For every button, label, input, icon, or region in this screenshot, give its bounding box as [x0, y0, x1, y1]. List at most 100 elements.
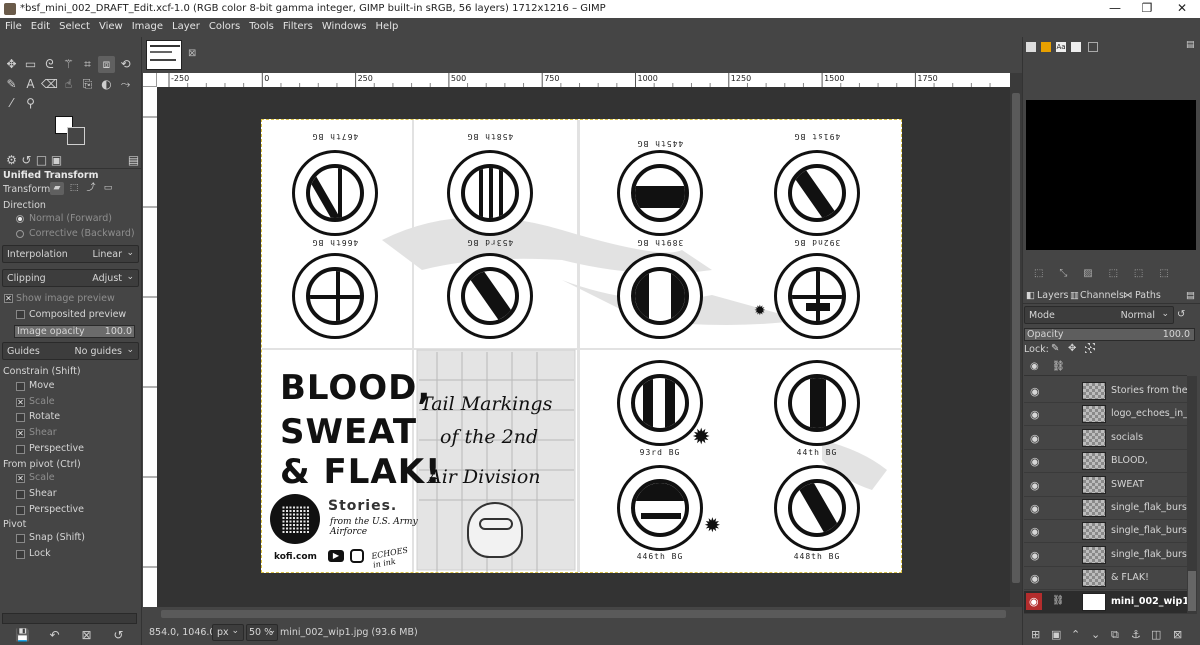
close-button[interactable]: ✕	[1166, 0, 1198, 18]
zoom-select[interactable]: 50 % ⌄	[246, 624, 278, 641]
delete-layer-icon[interactable]: ⊠	[1173, 628, 1182, 641]
lock-pixels-icon[interactable]: ✎	[1051, 343, 1059, 354]
constrain-perspective-checkbox[interactable]	[16, 445, 25, 454]
minimize-button[interactable]: —	[1099, 0, 1131, 18]
layer-mode-combo[interactable]: Mode Normal ⌄	[1024, 306, 1174, 324]
constrain-rotate-checkbox[interactable]	[16, 413, 25, 422]
vertical-scroll-thumb[interactable]	[1012, 93, 1020, 583]
menu-tools[interactable]: Tools	[244, 18, 278, 32]
fuzzy-select-tool-icon[interactable]: ⚚	[60, 56, 77, 73]
clipping-combo[interactable]: Clipping Adjust ⌄	[2, 269, 139, 287]
unified-transform-tool-icon[interactable]: ⧈	[98, 56, 115, 73]
menu-file[interactable]: File	[0, 18, 26, 32]
brush-tab-icon[interactable]	[1026, 42, 1036, 52]
direction-corrective-radio[interactable]	[16, 230, 24, 238]
navigation-preview[interactable]	[1026, 100, 1196, 250]
anchor-layer-icon[interactable]: ⚓	[1131, 628, 1141, 641]
show-preview-checkbox[interactable]: ✕	[4, 294, 13, 303]
maximize-button[interactable]: ❐	[1131, 0, 1163, 18]
new-group-icon[interactable]: ▣	[1051, 628, 1061, 641]
direction-normal-radio[interactable]	[16, 215, 24, 223]
close-tab-icon[interactable]: ⊠	[188, 48, 196, 59]
tab-paths[interactable]: Paths	[1135, 290, 1161, 301]
text-tool-icon[interactable]: A	[22, 76, 39, 93]
pivot-shear-checkbox[interactable]	[16, 490, 25, 499]
raise-layer-icon[interactable]: ⌃	[1071, 628, 1080, 641]
layer-row[interactable]: ◉ socials	[1024, 427, 1187, 450]
dock-menu-icon[interactable]: ▤	[1186, 40, 1195, 50]
composited-preview-checkbox[interactable]	[16, 310, 25, 319]
path-tool-icon[interactable]: ⤳	[117, 76, 134, 93]
images-tab-icon[interactable]	[1088, 42, 1098, 52]
font-tab-icon[interactable]: Aa	[1056, 42, 1066, 52]
pivot-scale-checkbox[interactable]: ✕	[16, 474, 25, 483]
lock-position-icon[interactable]: ✥	[1068, 343, 1076, 354]
rect-select-tool-icon[interactable]: ▭	[22, 56, 39, 73]
pattern-tab-icon[interactable]	[1041, 42, 1051, 52]
new-layer-icon[interactable]: ⊞	[1031, 628, 1040, 641]
horizontal-scroll-thumb[interactable]	[161, 610, 1006, 618]
eye-icon[interactable]: ◉	[1030, 525, 1040, 538]
menu-layer[interactable]: Layer	[167, 18, 204, 32]
menu-select[interactable]: Select	[54, 18, 94, 32]
eye-icon[interactable]: ◉	[1026, 592, 1042, 610]
warp-tool-icon[interactable]: ⟲	[117, 56, 134, 73]
menu-filters[interactable]: Filters	[278, 18, 317, 32]
layer-opacity-slider[interactable]: Opacity 100.0	[1024, 328, 1195, 341]
vertical-scrollbar[interactable]	[1010, 73, 1022, 607]
interpolation-combo[interactable]: Interpolation Linear ⌄	[2, 245, 139, 263]
layer-row[interactable]: ◉ single_flak_burst	[1024, 497, 1187, 520]
save-preset-icon[interactable]: 💾	[14, 627, 31, 644]
horizontal-scrollbar[interactable]	[157, 607, 1010, 621]
mode-reset-icon[interactable]: ↺	[1177, 309, 1185, 320]
eye-icon[interactable]: ◉	[1030, 385, 1040, 398]
horizontal-ruler[interactable]: -250 0 250 500 750 1000 1250 1500 1750	[157, 73, 1010, 87]
layer-row[interactable]: ◉ ⛓ mini_002_wip1.	[1024, 590, 1187, 614]
eye-icon[interactable]: ◉	[1030, 572, 1040, 585]
lock-checkbox[interactable]	[16, 550, 25, 559]
image-opacity-slider[interactable]: Image opacity 100.0	[14, 325, 135, 338]
lower-layer-icon[interactable]: ⌄	[1091, 628, 1100, 641]
tool-options-scrollbar[interactable]	[2, 613, 137, 624]
menu-edit[interactable]: Edit	[26, 18, 54, 32]
layer-row[interactable]: ◉ single_flak_burst	[1024, 520, 1187, 544]
transform-layer-icon[interactable]: ▰	[50, 182, 64, 195]
background-color-swatch[interactable]	[67, 127, 85, 145]
transform-selection-icon[interactable]: ⬚	[67, 182, 81, 195]
chain-icon[interactable]: ⛓	[1052, 595, 1064, 606]
layers-dock-menu-icon[interactable]: ▤	[1186, 290, 1195, 301]
image-tab-thumbnail[interactable]	[146, 40, 182, 70]
constrain-scale-checkbox[interactable]: ✕	[16, 398, 25, 407]
lasso-tool-icon[interactable]: ᘓ	[41, 56, 58, 73]
panel-menu-icon[interactable]: ▤	[125, 152, 142, 169]
move-tool-icon[interactable]: ✥	[3, 56, 20, 73]
document-tab-icon[interactable]	[1071, 42, 1081, 52]
restore-preset-icon[interactable]: ↶	[46, 627, 63, 644]
color-picker-tool-icon[interactable]: ⁄	[3, 95, 20, 112]
snap-checkbox[interactable]	[16, 534, 25, 543]
eye-icon[interactable]: ◉	[1030, 408, 1040, 421]
clone-tool-icon[interactable]: ⎘	[79, 76, 96, 93]
layer-row[interactable]: ◉ & FLAK!	[1024, 567, 1187, 591]
menu-colors[interactable]: Colors	[204, 18, 244, 32]
images-tab-icon[interactable]: ▣	[48, 152, 65, 169]
lock-alpha-icon[interactable]	[1085, 343, 1095, 353]
tab-channels[interactable]: Channels	[1080, 290, 1124, 301]
paintbrush-tool-icon[interactable]: ✎	[3, 76, 20, 93]
eye-icon[interactable]: ◉	[1030, 549, 1040, 562]
eye-icon[interactable]: ◉	[1030, 455, 1040, 468]
menu-view[interactable]: View	[94, 18, 127, 32]
eye-icon[interactable]: ◉	[1030, 432, 1040, 445]
vertical-ruler[interactable]	[143, 87, 157, 607]
menu-windows[interactable]: Windows	[317, 18, 371, 32]
dodge-tool-icon[interactable]: ◐	[98, 76, 115, 93]
transform-path-icon[interactable]: ⤴	[84, 182, 98, 195]
tab-layers[interactable]: Layers	[1037, 290, 1068, 301]
unit-select[interactable]: px ⌄	[212, 624, 244, 641]
constrain-shear-checkbox[interactable]: ✕	[16, 429, 25, 438]
guides-combo[interactable]: Guides No guides ⌄	[2, 342, 139, 360]
eye-icon[interactable]: ◉	[1030, 479, 1040, 492]
zoom-tool-icon[interactable]: ⚲	[22, 95, 39, 112]
layers-scrollbar[interactable]	[1187, 376, 1197, 614]
image-canvas[interactable]: 467th BG 458th BG 445th BG 491st BG 466t…	[261, 119, 902, 573]
